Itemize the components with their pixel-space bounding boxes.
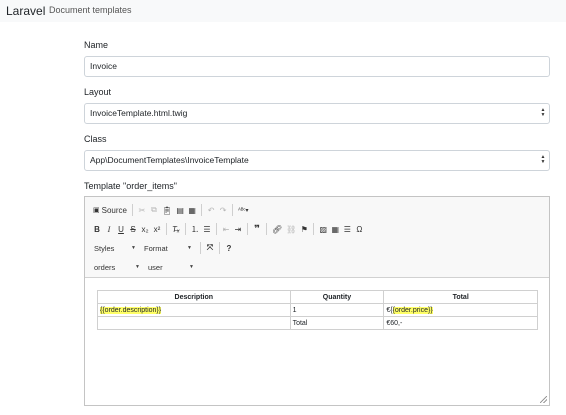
table-header-total[interactable]: Total bbox=[383, 290, 538, 304]
class-select-value: App\DocumentTemplates\InvoiceTemplate bbox=[90, 155, 249, 165]
layout-select[interactable]: InvoiceTemplate.html.twig ▲ ▼ bbox=[84, 103, 550, 124]
toolbar-separator bbox=[185, 223, 186, 235]
paste-word-icon[interactable]: ▦ bbox=[186, 203, 198, 217]
chevron-down-icon: ▼ bbox=[187, 245, 192, 251]
styles-dropdown[interactable]: Styles ▼ bbox=[91, 241, 139, 255]
toolbar-separator bbox=[166, 223, 167, 235]
placeholder-total: €{{order.price}} bbox=[386, 306, 433, 314]
table-cell-quantity[interactable]: 1 bbox=[289, 303, 385, 317]
toolbar-separator bbox=[232, 204, 234, 216]
name-label: Name bbox=[84, 40, 109, 50]
table-footer-row: Total €60,- bbox=[97, 316, 538, 330]
table-cell-description[interactable]: {{order.description}} bbox=[97, 303, 291, 317]
toolbar-separator bbox=[131, 204, 133, 216]
spellcheck-icon[interactable]: ᴬᴮᶜ▾ bbox=[236, 203, 250, 217]
template-label: Template "order_items" bbox=[84, 181, 177, 191]
toolbar-separator bbox=[313, 223, 315, 235]
cut-icon[interactable]: ✂ bbox=[136, 203, 148, 217]
toolbar-separator bbox=[200, 242, 201, 254]
toolbar-separator bbox=[216, 223, 217, 235]
unlink-icon[interactable]: ⛓ bbox=[284, 222, 298, 236]
anchor-icon[interactable]: ⚑ bbox=[298, 222, 310, 236]
user-label: user bbox=[148, 262, 163, 272]
table-header-quantity[interactable]: Quantity bbox=[289, 290, 385, 304]
layout-select-value: InvoiceTemplate.html.twig bbox=[90, 108, 188, 118]
source-label: Source bbox=[101, 205, 127, 215]
remove-format-icon[interactable]: T̶ₓ bbox=[170, 222, 182, 236]
chevron-down-icon: ▼ bbox=[189, 264, 194, 270]
brand-logo[interactable]: Laravel bbox=[6, 4, 45, 18]
table-header-row: Description Quantity Total bbox=[97, 290, 538, 304]
toolbar-separator bbox=[247, 223, 248, 235]
table-footer-value[interactable]: €60,- bbox=[383, 316, 538, 330]
chevron-down-icon: ▼ bbox=[135, 264, 140, 270]
table-footer-label[interactable]: Total bbox=[289, 316, 385, 330]
layout-label: Layout bbox=[84, 87, 112, 97]
class-label: Class bbox=[84, 134, 107, 144]
italic-icon[interactable]: I bbox=[103, 222, 115, 236]
strike-icon[interactable]: S bbox=[127, 222, 139, 236]
class-select[interactable]: App\DocumentTemplates\InvoiceTemplate ▲ ▼ bbox=[84, 150, 550, 171]
paste-text-icon[interactable]: ▤ bbox=[174, 203, 186, 217]
underline-icon[interactable]: U bbox=[115, 222, 127, 236]
resize-handle-icon[interactable] bbox=[540, 396, 547, 403]
indent-icon[interactable]: ⇥ bbox=[232, 222, 244, 236]
format-label: Format bbox=[144, 243, 168, 253]
table-header-description[interactable]: Description bbox=[97, 290, 291, 304]
outdent-icon[interactable]: ⇤ bbox=[220, 222, 232, 236]
superscript-icon[interactable]: x² bbox=[151, 222, 163, 236]
rich-text-editor[interactable]: ▣ Source ✂ ⧉ 📋︎ ▤ ▦ ↶ ↷ ᴬᴮᶜ▾ B I U S x₂ … bbox=[84, 196, 550, 406]
table-icon[interactable]: ▦ bbox=[329, 222, 341, 236]
maximize-icon[interactable]: ⤧ bbox=[204, 241, 216, 255]
navbar: Laravel Document templates bbox=[0, 0, 566, 22]
select-arrows-icon: ▲ ▼ bbox=[540, 154, 546, 165]
horizontal-line-icon[interactable]: ☰ bbox=[341, 222, 353, 236]
help-icon: ? bbox=[226, 243, 232, 253]
undo-icon[interactable]: ↶ bbox=[205, 203, 217, 217]
table-cell-total[interactable]: €{{order.price}} bbox=[383, 303, 538, 317]
bulleted-list-icon[interactable]: ☰ bbox=[201, 222, 213, 236]
orders-dropdown[interactable]: orders ▼ bbox=[91, 260, 143, 274]
editor-toolbar: ▣ Source ✂ ⧉ 📋︎ ▤ ▦ ↶ ↷ ᴬᴮᶜ▾ B I U S x₂ … bbox=[85, 197, 549, 278]
copy-icon[interactable]: ⧉ bbox=[148, 203, 160, 217]
order-items-table[interactable]: Description Quantity Total {{order.descr… bbox=[97, 290, 538, 330]
name-input[interactable]: Invoice bbox=[84, 56, 550, 77]
styles-label: Styles bbox=[94, 243, 115, 253]
source-icon: ▣ bbox=[93, 207, 100, 214]
source-button[interactable]: ▣ Source bbox=[91, 203, 129, 217]
image-icon[interactable]: ▨ bbox=[317, 222, 329, 236]
special-char-icon[interactable]: Ω bbox=[353, 222, 365, 236]
numbered-list-icon[interactable]: ⒈ bbox=[189, 222, 201, 236]
select-arrows-icon: ▲ ▼ bbox=[540, 107, 546, 118]
subscript-icon[interactable]: x₂ bbox=[139, 222, 151, 236]
link-icon[interactable]: 🔗︎ bbox=[270, 222, 284, 236]
paste-icon[interactable]: 📋︎ bbox=[160, 203, 174, 217]
user-dropdown[interactable]: user ▼ bbox=[145, 260, 197, 274]
orders-label: orders bbox=[94, 262, 116, 272]
chevron-down-icon: ▼ bbox=[131, 245, 136, 251]
toolbar-separator bbox=[201, 204, 203, 216]
format-dropdown[interactable]: Format ▼ bbox=[141, 241, 195, 255]
nav-link-document-templates[interactable]: Document templates bbox=[49, 5, 132, 15]
blockquote-icon[interactable]: ❞ bbox=[251, 222, 263, 236]
editor-content[interactable]: Description Quantity Total {{order.descr… bbox=[85, 279, 549, 405]
table-row: {{order.description}} 1 €{{order.price}} bbox=[97, 303, 538, 317]
placeholder-description: {{order.description}} bbox=[100, 306, 162, 314]
bold-icon[interactable]: B bbox=[91, 222, 103, 236]
redo-icon[interactable]: ↷ bbox=[217, 203, 229, 217]
toolbar-separator bbox=[219, 242, 220, 254]
help-button[interactable]: ? bbox=[223, 241, 235, 255]
table-cell-empty[interactable] bbox=[97, 316, 291, 330]
toolbar-separator bbox=[266, 223, 267, 235]
